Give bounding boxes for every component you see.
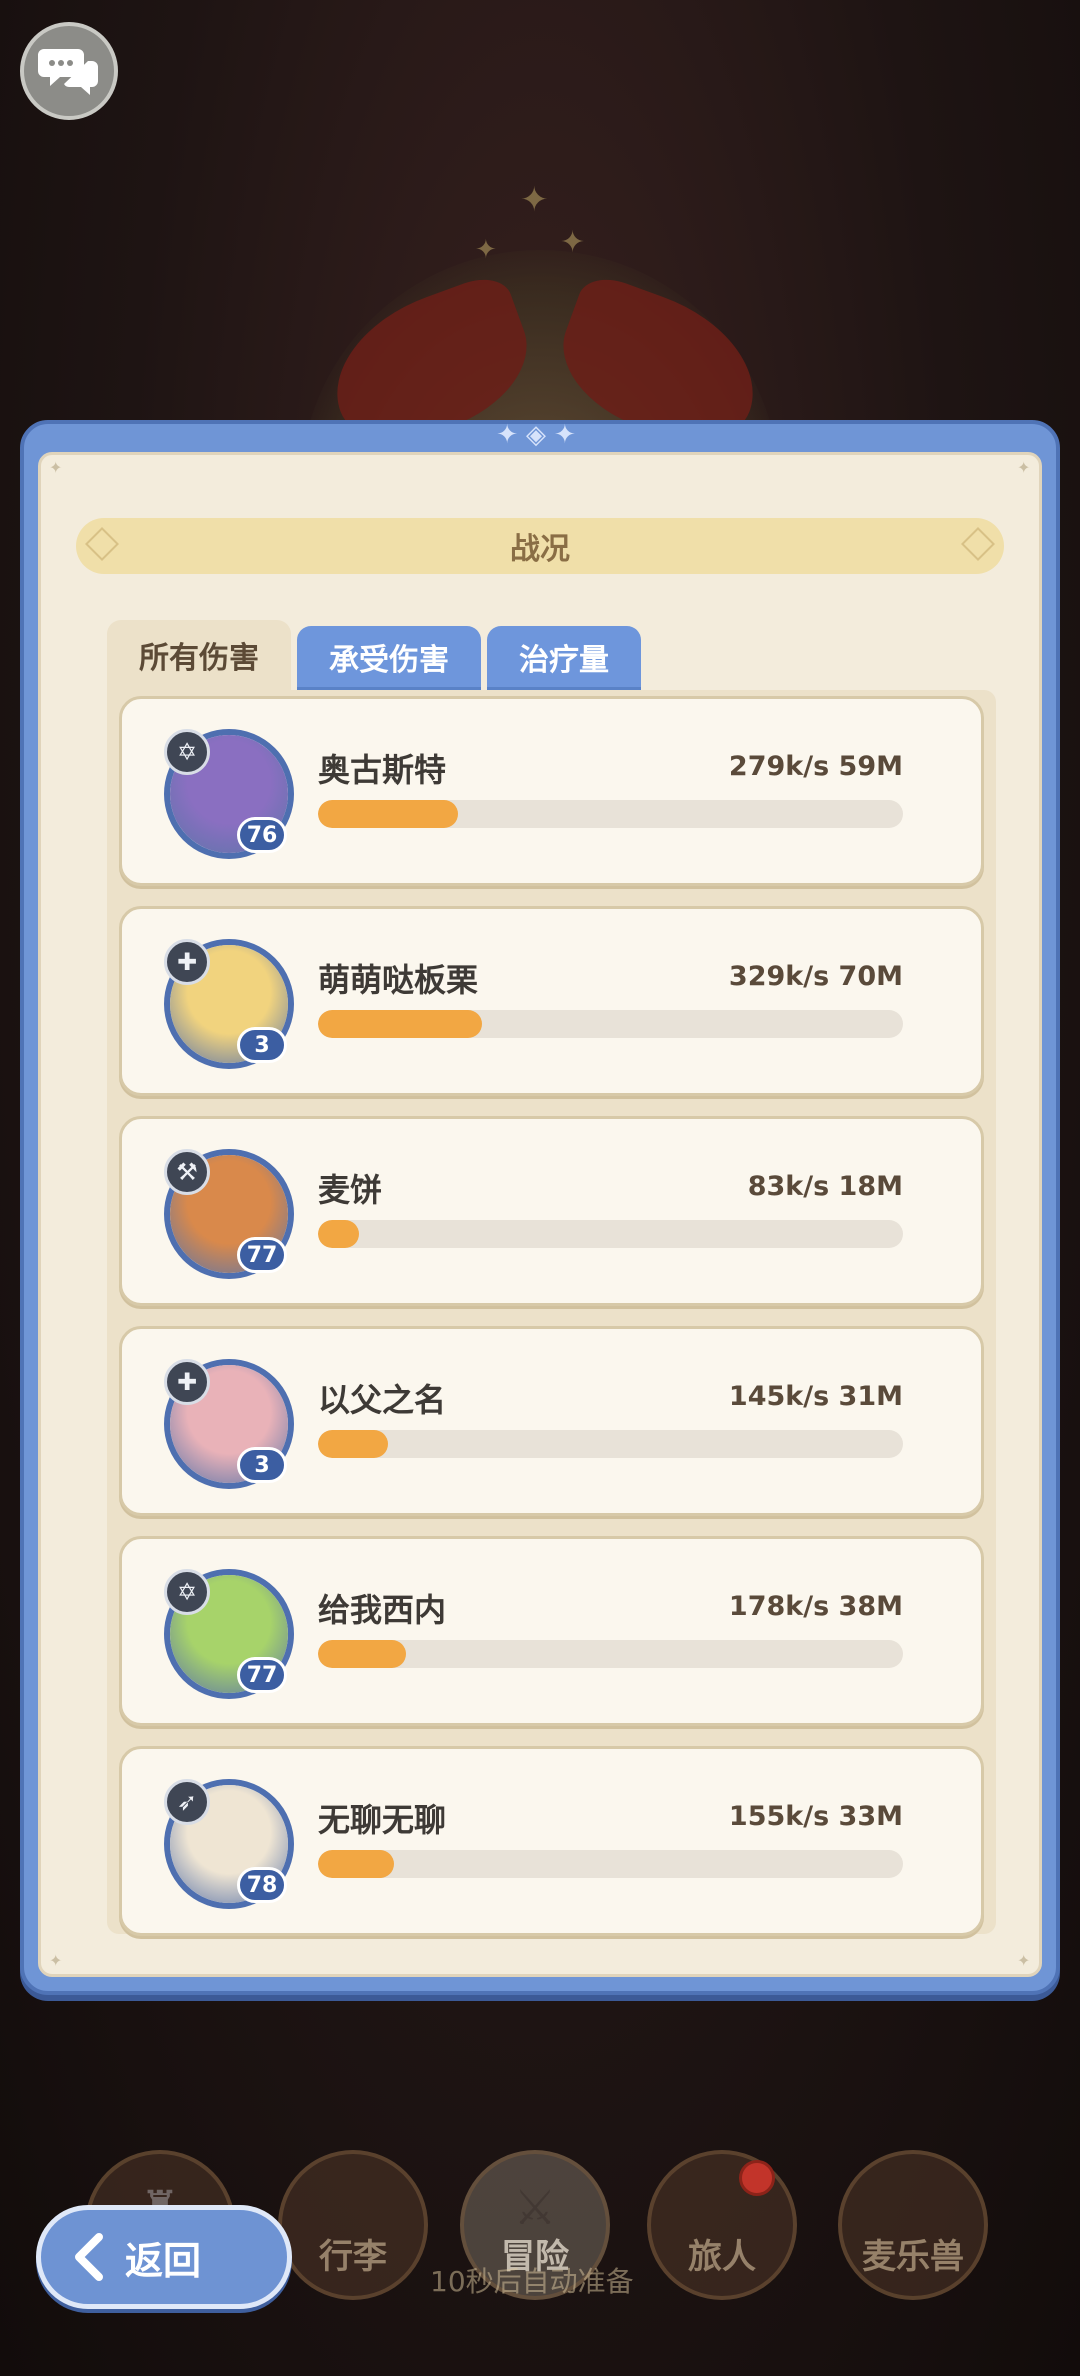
tab-label: 所有伤害: [139, 641, 259, 676]
damage-bar-fill: [318, 1430, 389, 1458]
level-badge: 78: [237, 1867, 287, 1903]
damage-bar-track: [318, 1640, 903, 1668]
tab-label: 承受伤害: [329, 642, 449, 678]
chat-bubble-icon: [38, 49, 98, 95]
character-name: 奥古斯特: [318, 751, 447, 789]
notification-badge: [739, 2160, 775, 2196]
tab-healing[interactable]: 治疗量: [487, 626, 641, 690]
damage-row[interactable]: ✚ 3 以父之名 145k/s 31M: [119, 1326, 984, 1516]
panel-body: ✦ ✦ ✦ ✦ 战况 所有伤害 承受伤害 治疗量 ✡ 76 奥古斯特 279k/…: [38, 452, 1042, 1977]
nav-label: 麦乐兽: [862, 2237, 964, 2277]
damage-list: ✡ 76 奥古斯特 279k/s 59M ✚ 3 萌萌哒板栗 329k/s 70…: [107, 690, 996, 1936]
damage-bar-fill: [318, 1640, 406, 1668]
damage-row[interactable]: ⚒ 77 麦饼 83k/s 18M: [119, 1116, 984, 1306]
damage-row[interactable]: ✡ 76 奥古斯特 279k/s 59M: [119, 696, 984, 886]
damage-stat: 329k/s 70M: [728, 961, 903, 992]
background-sparkle-icon: ✦: [475, 235, 497, 265]
nav-pet[interactable]: 麦乐兽: [838, 2150, 988, 2300]
damage-bar-track: [318, 1430, 903, 1458]
character-name: 以父之名: [318, 1381, 447, 1419]
back-button-label: 返回: [125, 2238, 202, 2283]
auto-ready-hint: 10秒后自动准备: [430, 2265, 634, 2298]
level-badge: 3: [237, 1027, 287, 1063]
crossed-swords-icon: ⚔: [513, 2180, 557, 2236]
level-badge: 76: [237, 817, 287, 853]
corner-ornament-icon: ✦: [1017, 458, 1031, 477]
back-arrow-icon: [75, 2233, 103, 2281]
damage-bar-fill: [318, 1220, 359, 1248]
character-name: 萌萌哒板栗: [318, 961, 479, 999]
tab-all-damage[interactable]: 所有伤害: [107, 620, 291, 690]
battle-stats-panel: ✦◈✦ ✦ ✦ ✦ ✦ 战况 所有伤害 承受伤害 治疗量 ✡ 76 奥古斯特 2…: [20, 420, 1060, 1995]
star-of-david-icon: ✡: [164, 729, 210, 775]
nav-traveler[interactable]: 旅人: [647, 2150, 797, 2300]
arrow-icon: ➶: [164, 1779, 210, 1825]
damage-bar-track: [318, 800, 903, 828]
nav-luggage[interactable]: 行李: [278, 2150, 428, 2300]
damage-bar-fill: [318, 1850, 395, 1878]
damage-stat: 155k/s 33M: [728, 1801, 903, 1832]
tab-damage-taken[interactable]: 承受伤害: [297, 626, 481, 690]
hammer-icon: ⚒: [164, 1149, 210, 1195]
damage-stat: 178k/s 38M: [728, 1591, 903, 1622]
panel-top-ornament-icon: ✦◈✦: [496, 420, 584, 450]
star-of-david-icon: ✡: [164, 1569, 210, 1615]
character-name: 麦饼: [318, 1171, 383, 1209]
damage-bar-track: [318, 1220, 903, 1248]
nav-label: 旅人: [688, 2237, 756, 2277]
character-name: 给我西内: [318, 1591, 447, 1629]
background-sparkle-icon: ✦: [520, 180, 549, 220]
tab-label: 治疗量: [519, 642, 609, 678]
character-name: 无聊无聊: [318, 1801, 447, 1839]
background-sparkle-icon: ✦: [560, 225, 586, 260]
back-button[interactable]: 返回: [36, 2205, 292, 2309]
cross-icon: ✚: [164, 1359, 210, 1405]
title-diamond-icon: [961, 527, 995, 561]
chat-button[interactable]: [20, 22, 118, 120]
damage-bar-track: [318, 1010, 903, 1038]
level-badge: 77: [237, 1657, 287, 1693]
damage-bar-fill: [318, 1010, 482, 1038]
damage-stat: 145k/s 31M: [728, 1381, 903, 1412]
panel-title-bar: 战况: [76, 518, 1004, 574]
panel-title: 战况: [510, 532, 570, 567]
level-badge: 77: [237, 1237, 287, 1273]
tab-bar: 所有伤害 承受伤害 治疗量: [107, 620, 641, 690]
damage-stat: 279k/s 59M: [728, 751, 903, 782]
nav-label: 行李: [319, 2237, 387, 2277]
corner-ornament-icon: ✦: [49, 1951, 63, 1970]
damage-row[interactable]: ✚ 3 萌萌哒板栗 329k/s 70M: [119, 906, 984, 1096]
corner-ornament-icon: ✦: [1017, 1951, 1031, 1970]
damage-row[interactable]: ➶ 78 无聊无聊 155k/s 33M: [119, 1746, 984, 1936]
cross-icon: ✚: [164, 939, 210, 985]
damage-stat: 83k/s 18M: [747, 1171, 903, 1202]
title-diamond-icon: [85, 527, 119, 561]
level-badge: 3: [237, 1447, 287, 1483]
damage-bar-track: [318, 1850, 903, 1878]
damage-bar-fill: [318, 800, 459, 828]
corner-ornament-icon: ✦: [49, 458, 63, 477]
damage-row[interactable]: ✡ 77 给我西内 178k/s 38M: [119, 1536, 984, 1726]
